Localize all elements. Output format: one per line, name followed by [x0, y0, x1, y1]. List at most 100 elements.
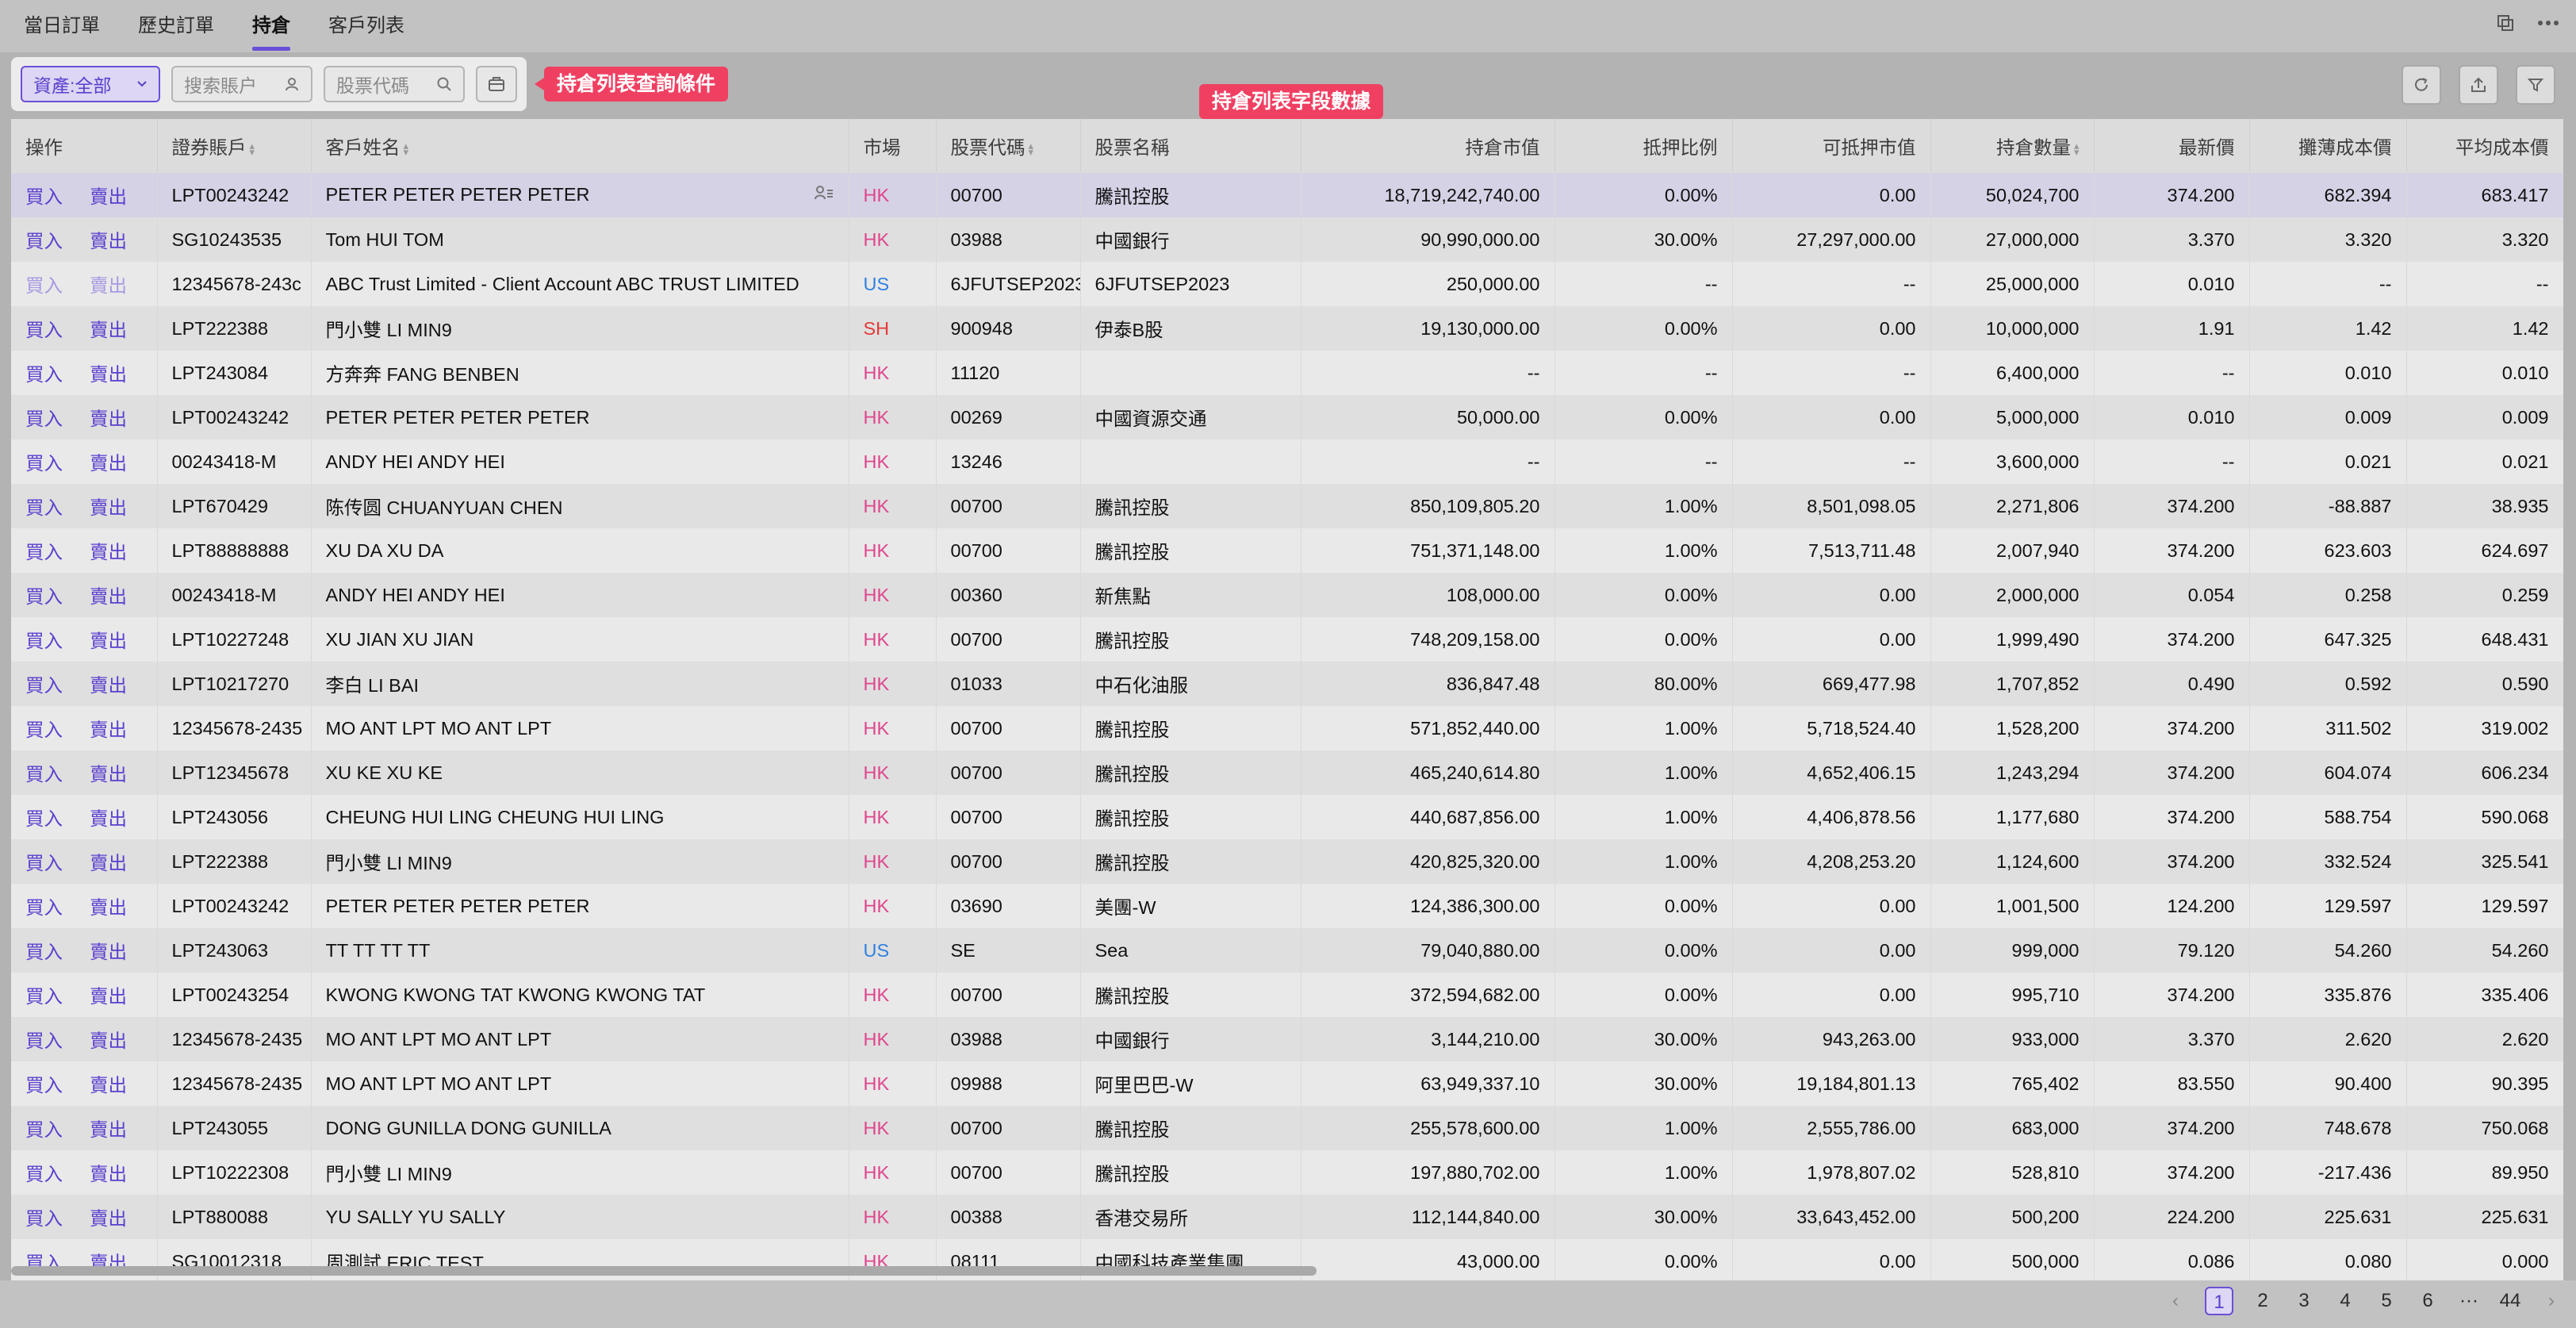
- page-6[interactable]: 6: [2416, 1287, 2440, 1315]
- page-2[interactable]: 2: [2251, 1287, 2275, 1315]
- sell-button[interactable]: 賣出: [90, 1164, 127, 1184]
- col-header-name[interactable]: 客戶姓名 ▴ ▾: [311, 119, 849, 173]
- table-row[interactable]: 買入 賣出 LPT10222308 門小雙 LI MIN9 HK 00700 騰訊控股 197…: [11, 1150, 2563, 1195]
- table-row[interactable]: 買入 賣出 LPT88888888 XU DA XU DA HK 00700 騰訊控股 751…: [11, 528, 2563, 573]
- table-row[interactable]: 買入 賣出 LPT880088 YU SALLY YU SALLY HK 00388 香港交…: [11, 1195, 2563, 1239]
- table-row[interactable]: 買入 賣出 00243418-M ANDY HEI ANDY HEI HK 13246 --…: [11, 439, 2563, 484]
- table-row[interactable]: 買入 賣出 12345678-2435 MO ANT LPT MO ANT LPT HK…: [11, 706, 2563, 750]
- col-header-qty[interactable]: 持倉數量 ▴ ▾: [1930, 119, 2095, 173]
- sell-button[interactable]: 賣出: [90, 453, 127, 474]
- sell-button[interactable]: 賣出: [90, 675, 127, 696]
- buy-button[interactable]: 買入: [25, 186, 63, 207]
- buy-button[interactable]: 買入: [25, 586, 63, 607]
- page-5[interactable]: 5: [2375, 1287, 2398, 1315]
- sell-button[interactable]: 賣出: [90, 586, 127, 607]
- page-3[interactable]: 3: [2292, 1287, 2316, 1315]
- buy-button[interactable]: 買入: [25, 1208, 63, 1229]
- table-row[interactable]: 買入 賣出 12345678-243c ABC Trust Limited - Cli…: [11, 262, 2563, 306]
- sell-button[interactable]: 賣出: [90, 542, 127, 562]
- buy-button[interactable]: 買入: [25, 364, 63, 385]
- buy-button[interactable]: 買入: [25, 1075, 63, 1096]
- sell-button[interactable]: 賣出: [90, 409, 127, 429]
- table-row[interactable]: 買入 賣出 LPT00243242 PETER PETER PETER PETER HK…: [11, 395, 2563, 439]
- sell-button[interactable]: 賣出: [90, 231, 127, 251]
- table-row[interactable]: 買入 賣出 LPT12345678 XU KE XU KE HK 00700 騰訊控股 465…: [11, 750, 2563, 795]
- buy-button[interactable]: 買入: [25, 764, 63, 785]
- tab-positions[interactable]: 持倉: [252, 0, 290, 52]
- refresh-button[interactable]: [2402, 65, 2441, 105]
- table-row[interactable]: 買入 賣出 LPT243063 TT TT TT TT US SE Sea 79,040,88…: [11, 928, 2563, 973]
- sell-button[interactable]: 賣出: [90, 320, 127, 340]
- user-list-icon[interactable]: [814, 184, 834, 206]
- sell-button[interactable]: 賣出: [90, 364, 127, 385]
- table-row[interactable]: 買入 賣出 LPT00243254 KWONG KWONG TAT KWONG KWO…: [11, 973, 2563, 1017]
- table-row[interactable]: 買入 賣出 LPT243084 方奔奔 FANG BENBEN HK 11120 -- -- -…: [11, 351, 2563, 395]
- sell-button[interactable]: 賣出: [90, 1119, 127, 1140]
- sell-button[interactable]: 賣出: [90, 497, 127, 518]
- page-last[interactable]: 44: [2498, 1287, 2522, 1315]
- buy-button[interactable]: 買入: [25, 897, 63, 918]
- sell-button[interactable]: 賣出: [90, 1208, 127, 1229]
- buy-button[interactable]: 買入: [25, 1031, 63, 1051]
- buy-button[interactable]: 買入: [25, 986, 63, 1007]
- tab-today-orders[interactable]: 當日訂單: [24, 0, 100, 52]
- sell-button[interactable]: 賣出: [90, 808, 127, 829]
- buy-button[interactable]: 買入: [25, 1164, 63, 1184]
- buy-button[interactable]: 買入: [25, 1119, 63, 1140]
- buy-button[interactable]: 買入: [25, 808, 63, 829]
- buy-button[interactable]: 買入: [25, 853, 63, 873]
- sell-button[interactable]: 賣出: [90, 986, 127, 1007]
- export-button[interactable]: [2459, 65, 2498, 105]
- buy-button[interactable]: 買入: [25, 631, 63, 651]
- horizontal-scrollbar[interactable]: [11, 1266, 1317, 1276]
- sell-button[interactable]: 賣出: [90, 186, 127, 207]
- table-row[interactable]: 買入 賣出 LPT222388 門小雙 LI MIN9 SH 900948 伊泰B股 19,1…: [11, 306, 2563, 351]
- table-row[interactable]: 買入 賣出 LPT00243242 PETER PETER PETER PETER HK…: [11, 173, 2563, 217]
- buy-button[interactable]: 買入: [25, 720, 63, 740]
- asset-select[interactable]: 資產:全部: [21, 66, 160, 102]
- sell-button[interactable]: 賣出: [90, 897, 127, 918]
- table-row[interactable]: 買入 賣出 12345678-2435 MO ANT LPT MO ANT LPT HK…: [11, 1017, 2563, 1061]
- next-page-icon[interactable]: ›: [2540, 1287, 2563, 1315]
- table-row[interactable]: 買入 賣出 12345678-2435 MO ANT LPT MO ANT LPT HK…: [11, 1061, 2563, 1106]
- stock-code-search-input[interactable]: 股票代碼: [324, 66, 465, 102]
- buy-button[interactable]: 買入: [25, 320, 63, 340]
- more-icon[interactable]: [2536, 11, 2560, 35]
- sell-button[interactable]: 賣出: [90, 942, 127, 962]
- page-ellipsis[interactable]: ···: [2457, 1287, 2481, 1315]
- table-row[interactable]: 買入 賣出 SG10243535 Tom HUI TOM HK 03988 中國銀行 90,9…: [11, 217, 2563, 262]
- table-row[interactable]: 買入 賣出 LPT670429 陈传圆 CHUANYUAN CHEN HK 00700 騰訊…: [11, 484, 2563, 528]
- sell-button[interactable]: 賣出: [90, 720, 127, 740]
- table-row[interactable]: 買入 賣出 LPT243056 CHEUNG HUI LING CHEUNG HUI …: [11, 795, 2563, 839]
- sell-button[interactable]: 賣出: [90, 275, 127, 296]
- col-header-account[interactable]: 證券賬戶 ▴ ▾: [157, 119, 312, 173]
- prev-page-icon[interactable]: ‹: [2164, 1287, 2187, 1315]
- table-row[interactable]: 買入 賣出 LPT222388 門小雙 LI MIN9 HK 00700 騰訊控股 420,8…: [11, 839, 2563, 884]
- buy-button[interactable]: 買入: [25, 409, 63, 429]
- table-row[interactable]: 買入 賣出 LPT10217270 李白 LI BAI HK 01033 中石化油服 836,…: [11, 662, 2563, 706]
- filter-button[interactable]: [2516, 65, 2555, 105]
- account-search-input[interactable]: 搜索賬户: [171, 66, 312, 102]
- buy-button[interactable]: 買入: [25, 275, 63, 296]
- briefcase-filter-button[interactable]: [476, 66, 517, 102]
- copy-window-icon[interactable]: [2494, 11, 2517, 35]
- buy-button[interactable]: 買入: [25, 453, 63, 474]
- table-row[interactable]: 買入 賣出 LPT00243242 PETER PETER PETER PETER HK…: [11, 884, 2563, 928]
- buy-button[interactable]: 買入: [25, 542, 63, 562]
- table-row[interactable]: 買入 賣出 00243418-M ANDY HEI ANDY HEI HK 00360 新焦…: [11, 573, 2563, 617]
- sell-button[interactable]: 賣出: [90, 853, 127, 873]
- tab-history-orders[interactable]: 歷史訂單: [138, 0, 214, 52]
- sell-button[interactable]: 賣出: [90, 764, 127, 785]
- tab-client-list[interactable]: 客戶列表: [328, 0, 404, 52]
- buy-button[interactable]: 買入: [25, 497, 63, 518]
- buy-button[interactable]: 買入: [25, 231, 63, 251]
- sell-button[interactable]: 賣出: [90, 1031, 127, 1051]
- sell-button[interactable]: 賣出: [90, 631, 127, 651]
- positions-table-container[interactable]: 操作 證券賬戶 ▴ ▾ 客戶姓名 ▴ ▾ 市場 股票代碼 ▴ ▾ 股票名稱 持倉市值 抵押比…: [11, 119, 2563, 1280]
- buy-button[interactable]: 買入: [25, 675, 63, 696]
- buy-button[interactable]: 買入: [25, 942, 63, 962]
- page-4[interactable]: 4: [2333, 1287, 2357, 1315]
- col-header-code[interactable]: 股票代碼 ▴ ▾: [936, 119, 1081, 173]
- page-1[interactable]: 1: [2205, 1287, 2233, 1315]
- sell-button[interactable]: 賣出: [90, 1075, 127, 1096]
